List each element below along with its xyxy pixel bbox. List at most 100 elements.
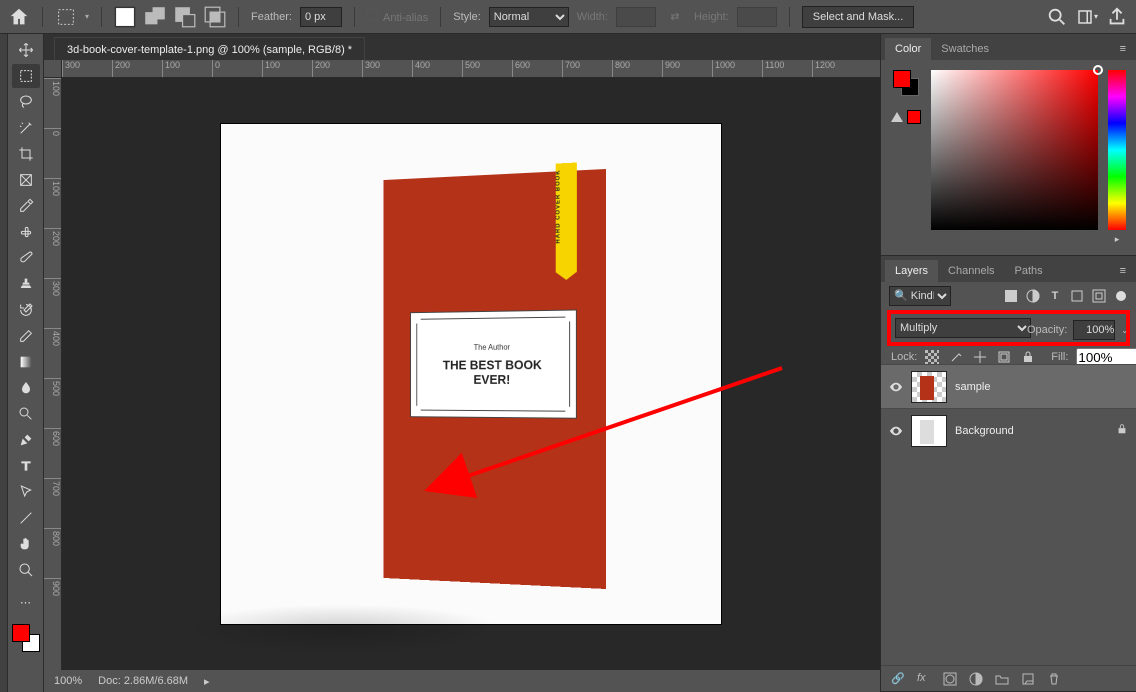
zoom-tool-icon[interactable]: [12, 558, 40, 582]
canvas-viewport[interactable]: HARD COVER BOOK The Author THE BEST BOOK…: [62, 78, 880, 670]
lock-artboard-icon[interactable]: [997, 350, 1011, 364]
fill-label: Fill:: [1051, 351, 1068, 363]
layer-thumbnail[interactable]: [911, 415, 947, 447]
fg-bg-color-icon[interactable]: [12, 624, 40, 652]
hue-slider[interactable]: [1108, 70, 1126, 230]
style-label: Style:: [453, 11, 481, 23]
lock-image-icon[interactable]: [949, 350, 963, 364]
clone-stamp-tool-icon[interactable]: [12, 272, 40, 296]
eyedropper-tool-icon[interactable]: [12, 194, 40, 218]
document-tab[interactable]: 3d-book-cover-template-1.png @ 100% (sam…: [54, 37, 365, 60]
tab-channels[interactable]: Channels: [938, 260, 1004, 282]
adjustment-layer-icon[interactable]: [969, 672, 983, 686]
chevron-down-icon[interactable]: ⌄: [1121, 326, 1128, 335]
layer-item-sample[interactable]: sample: [881, 364, 1136, 408]
layer-item-background[interactable]: Background: [881, 408, 1136, 452]
hue-chevron-icon[interactable]: ▸: [1108, 234, 1126, 245]
layer-thumbnail[interactable]: [911, 371, 947, 403]
color-fg-bg-icon[interactable]: [893, 70, 919, 96]
frame-tool-icon[interactable]: [12, 168, 40, 192]
pen-tool-icon[interactable]: [12, 428, 40, 452]
style-select[interactable]: Normal: [489, 7, 569, 27]
lock-position-icon[interactable]: [973, 350, 987, 364]
healing-brush-tool-icon[interactable]: [12, 220, 40, 244]
magic-wand-tool-icon[interactable]: [12, 116, 40, 140]
lasso-tool-icon[interactable]: [12, 90, 40, 114]
zoom-level[interactable]: 100%: [54, 675, 82, 687]
marquee-tool-preset-icon[interactable]: [55, 6, 77, 28]
move-tool-icon[interactable]: [12, 38, 40, 62]
line-tool-icon[interactable]: [12, 506, 40, 530]
selection-intersect-icon[interactable]: [204, 6, 226, 28]
delete-layer-icon[interactable]: [1047, 672, 1061, 686]
swap-dims-icon: ⇄: [664, 6, 686, 28]
group-icon[interactable]: [995, 672, 1009, 686]
filter-toggle-icon[interactable]: [1114, 289, 1128, 303]
tab-color[interactable]: Color: [885, 38, 931, 60]
lock-all-icon[interactable]: [1021, 350, 1035, 364]
color-field[interactable]: [931, 70, 1098, 230]
search-icon[interactable]: [1046, 6, 1068, 28]
status-bar: 100% Doc: 2.86M/6.68M ▸: [44, 670, 880, 692]
path-select-tool-icon[interactable]: [12, 480, 40, 504]
filter-shape-icon[interactable]: [1070, 289, 1084, 303]
feather-input[interactable]: [300, 7, 342, 27]
visibility-icon[interactable]: [889, 424, 903, 438]
gamut-warning-icon[interactable]: [891, 110, 921, 124]
visibility-icon[interactable]: [889, 380, 903, 394]
panel-menu-icon[interactable]: ≡: [1114, 260, 1132, 282]
brush-tool-icon[interactable]: [12, 246, 40, 270]
eraser-tool-icon[interactable]: [12, 324, 40, 348]
book-author: The Author: [474, 342, 510, 351]
opacity-input[interactable]: [1073, 320, 1115, 340]
link-layers-icon[interactable]: 🔗: [891, 672, 905, 686]
new-layer-icon[interactable]: [1021, 672, 1035, 686]
ruler-origin[interactable]: [44, 60, 62, 78]
status-chevron-icon[interactable]: ▸: [204, 675, 210, 688]
gradient-tool-icon[interactable]: [12, 350, 40, 374]
selection-subtract-icon[interactable]: [174, 6, 196, 28]
left-dock-strip[interactable]: [0, 34, 8, 692]
dodge-tool-icon[interactable]: [12, 402, 40, 426]
type-tool-icon[interactable]: [12, 454, 40, 478]
selection-new-icon[interactable]: [114, 6, 136, 28]
marquee-tool-icon[interactable]: [12, 64, 40, 88]
layer-fx-icon[interactable]: fx: [917, 672, 931, 686]
filter-pixel-icon[interactable]: [1004, 289, 1018, 303]
hand-tool-icon[interactable]: [12, 532, 40, 556]
crop-tool-icon[interactable]: [12, 142, 40, 166]
color-panel: Color Swatches ≡ ▸: [881, 34, 1136, 256]
edit-toolbar-icon[interactable]: ⋯: [12, 590, 40, 614]
lock-icon[interactable]: [1116, 423, 1128, 438]
ruler-horizontal[interactable]: 3002001000100200300400500600700800900100…: [62, 60, 880, 78]
lock-label: Lock:: [891, 351, 917, 363]
tab-swatches[interactable]: Swatches: [931, 38, 999, 60]
share-icon[interactable]: [1106, 6, 1128, 28]
blur-tool-icon[interactable]: [12, 376, 40, 400]
layer-name[interactable]: Background: [955, 425, 1014, 437]
panel-menu-icon[interactable]: ≡: [1114, 38, 1132, 60]
history-brush-tool-icon[interactable]: [12, 298, 40, 322]
workspace-icon[interactable]: ▾: [1076, 6, 1098, 28]
selection-add-icon[interactable]: [144, 6, 166, 28]
filter-type-icon[interactable]: T: [1048, 289, 1062, 303]
ruler-vertical[interactable]: 1000100200300400500600700800900: [44, 78, 62, 670]
layer-mask-icon[interactable]: [943, 672, 957, 686]
select-and-mask-button[interactable]: Select and Mask...: [802, 6, 915, 28]
layer-filter-kind[interactable]: 🔍 KindKind: [889, 286, 951, 306]
tab-layers[interactable]: Layers: [885, 260, 938, 282]
book-shadow: [181, 604, 501, 654]
filter-adjust-icon[interactable]: [1026, 289, 1040, 303]
book-title: THE BEST BOOKEVER!: [443, 357, 542, 387]
blend-mode-select[interactable]: Multiply: [895, 318, 1031, 338]
height-label: Height:: [694, 11, 729, 23]
filter-smart-icon[interactable]: [1092, 289, 1106, 303]
canvas[interactable]: HARD COVER BOOK The Author THE BEST BOOK…: [221, 124, 721, 624]
document-area: 3d-book-cover-template-1.png @ 100% (sam…: [44, 34, 880, 692]
tab-paths[interactable]: Paths: [1005, 260, 1053, 282]
right-panel-dock: Color Swatches ≡ ▸ Layers Channels: [880, 34, 1136, 692]
home-icon[interactable]: [8, 6, 30, 28]
layer-name[interactable]: sample: [955, 381, 990, 393]
lock-transparency-icon[interactable]: [925, 350, 939, 364]
width-label: Width:: [577, 11, 608, 23]
